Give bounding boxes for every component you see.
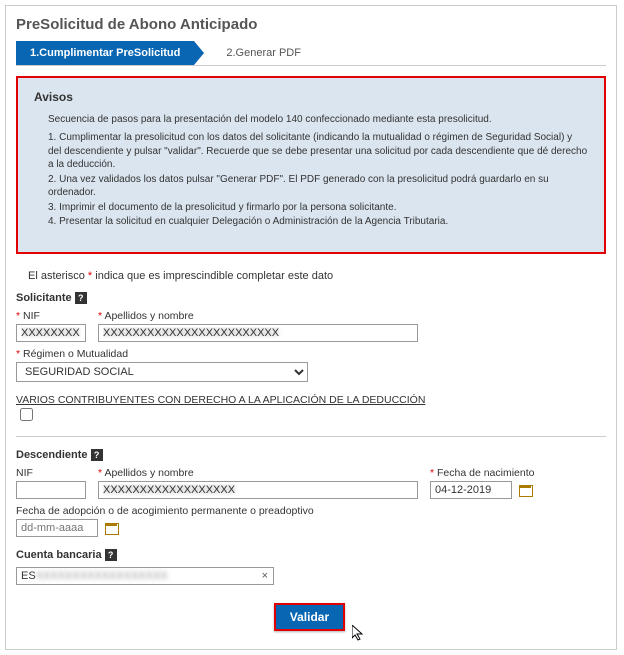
regimen-label: * Régimen o Mutualidad xyxy=(16,348,308,360)
regimen-select[interactable]: SEGURIDAD SOCIAL xyxy=(16,362,308,382)
fadop-label: Fecha de adopción o de acogimiento perma… xyxy=(16,505,314,517)
fadop-input[interactable] xyxy=(16,519,98,537)
clear-icon[interactable]: × xyxy=(262,570,268,582)
apenom-input[interactable] xyxy=(98,324,418,342)
validate-row: Validar xyxy=(16,603,606,631)
nif-input[interactable] xyxy=(16,324,86,342)
validar-button[interactable]: Validar xyxy=(274,603,345,631)
avisos-title: Avisos xyxy=(34,90,588,104)
calendar-icon[interactable] xyxy=(519,483,533,497)
help-icon[interactable]: ? xyxy=(91,449,103,461)
section-descendiente: Descendiente ? xyxy=(16,449,606,461)
fnac-label: * Fecha de nacimiento xyxy=(430,467,560,479)
avisos-list: 1. Cumplimentar la presolicitud con los … xyxy=(48,131,588,229)
avisos-item: 3. Imprimir el documento de la presolici… xyxy=(48,201,588,215)
help-icon[interactable]: ? xyxy=(75,292,87,304)
step-1[interactable]: 1.Cumplimentar PreSolicitud xyxy=(16,41,194,65)
avisos-panel: Avisos Secuencia de pasos para la presen… xyxy=(16,76,606,254)
form-container: PreSolicitud de Abono Anticipado 1.Cumpl… xyxy=(5,5,617,650)
varios-contrib-checkbox[interactable] xyxy=(20,408,33,421)
varios-contrib-label: VARIOS CONTRIBUYENTES CON DERECHO A LA A… xyxy=(16,394,425,406)
avisos-intro: Secuencia de pasos para la presentación … xyxy=(48,114,588,125)
required-note: El asterisco * indica que es imprescindi… xyxy=(28,270,606,282)
iban-input[interactable] xyxy=(16,567,274,585)
avisos-item: 4. Presentar la solicitud en cualquier D… xyxy=(48,215,588,229)
desc-apenom-input[interactable] xyxy=(98,481,418,499)
desc-nif-label: NIF xyxy=(16,467,86,479)
avisos-item: 2. Una vez validados los datos pulsar "G… xyxy=(48,173,588,200)
nif-label: * NIF xyxy=(16,310,86,322)
page-title: PreSolicitud de Abono Anticipado xyxy=(16,16,606,33)
desc-nif-input[interactable] xyxy=(16,481,86,499)
step-bar: 1.Cumplimentar PreSolicitud 2.Generar PD… xyxy=(16,41,606,66)
avisos-item: 1. Cumplimentar la presolicitud con los … xyxy=(48,131,588,172)
step-2[interactable]: 2.Generar PDF xyxy=(208,41,315,65)
apenom-label: * Apellidos y nombre xyxy=(98,310,418,322)
desc-apenom-label: * Apellidos y nombre xyxy=(98,467,418,479)
divider xyxy=(16,436,606,437)
fnac-input[interactable] xyxy=(430,481,512,499)
calendar-icon[interactable] xyxy=(105,521,119,535)
section-cuenta: Cuenta bancaria ? xyxy=(16,549,606,561)
help-icon[interactable]: ? xyxy=(105,549,117,561)
section-solicitante: Solicitante ? xyxy=(16,292,606,304)
